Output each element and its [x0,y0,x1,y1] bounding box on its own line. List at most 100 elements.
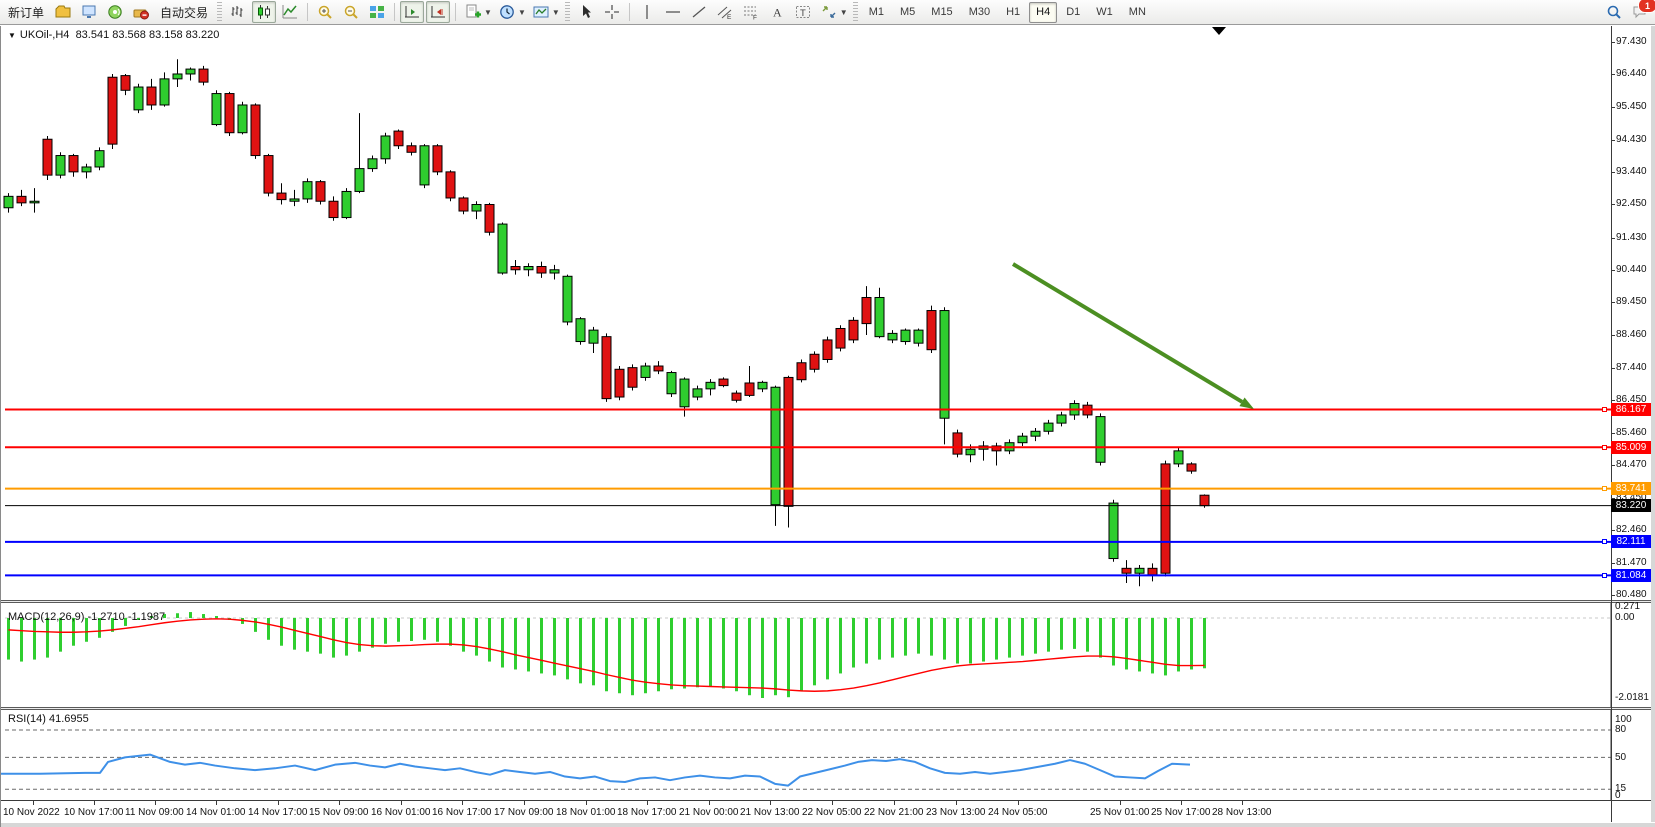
toolbar: 新订单 自动交易 ▼ ▼ ▼ E F A T ▼ M1M5M15M30H1H4D [0,0,1655,25]
time-axis-label: 22 Nov 21:00 [864,807,924,818]
toolbar-separator [629,3,630,21]
timeframe-button-M30[interactable]: M30 [962,2,997,23]
line-edit-handle[interactable] [1602,445,1607,450]
price-tick [1611,42,1615,43]
periods-icon[interactable] [495,1,519,23]
bottom-strip [0,823,1655,827]
text-icon[interactable]: A [765,1,789,23]
price-axis-label: 92.450 [1616,198,1647,209]
autoscroll-icon[interactable] [426,1,450,23]
signals-icon[interactable] [103,1,127,23]
time-tick [832,801,833,805]
auto-trading-button[interactable]: 自动交易 [155,2,213,22]
price-axis-label: 82.460 [1616,524,1647,535]
price-line-label: 86.167 [1611,403,1651,416]
timeframe-button-W1[interactable]: W1 [1089,2,1120,23]
chevron-down-icon[interactable]: ▼ [552,8,560,17]
time-tick [1242,801,1243,805]
line-edit-handle[interactable] [1602,407,1607,412]
time-tick [894,801,895,805]
line-chart-icon[interactable] [278,1,302,23]
zoom-in-icon[interactable] [313,1,337,23]
time-axis-label: 11 Nov 09:00 [125,807,184,818]
timeframe-button-M5[interactable]: M5 [893,2,922,23]
chevron-down-icon[interactable]: ▼ [518,8,526,17]
cursor-icon[interactable] [574,1,598,23]
crosshair-icon[interactable] [600,1,624,23]
shapes-icon[interactable] [817,1,841,23]
timeframe-button-D1[interactable]: D1 [1059,2,1087,23]
chart-shift-marker [1212,27,1226,35]
price-axis-label: 81.470 [1616,557,1647,568]
time-tick [956,801,957,805]
timeframe-button-H1[interactable]: H1 [999,2,1027,23]
macd-label: MACD(12,26,9) -1.2710 -1.1987 [8,611,165,623]
time-tick [524,801,525,805]
timeframe-button-MN[interactable]: MN [1122,2,1153,23]
horizontal-line-icon[interactable] [661,1,685,23]
macd-pane[interactable] [0,603,1655,707]
candlestick-chart-icon[interactable] [252,1,276,23]
chart-window: 10 Nov 202210 Nov 17:0011 Nov 09:0014 No… [0,26,1655,827]
price-axis-label: 85.460 [1616,427,1647,438]
macd-axis-label: 0.271 [1615,601,1640,612]
trendline-icon[interactable] [687,1,711,23]
templates-icon[interactable] [529,1,553,23]
main-price-pane[interactable] [0,26,1655,600]
vertical-line-icon[interactable] [635,1,659,23]
search-icon[interactable] [1602,1,1626,23]
toolbar-grip [565,2,570,22]
time-axis-label: 25 Nov 17:00 [1151,807,1211,818]
chevron-down-icon[interactable]: ▼ [840,8,848,17]
terminal-icon[interactable] [77,1,101,23]
tile-windows-icon[interactable] [365,1,389,23]
time-axis-label: 22 Nov 05:00 [802,807,862,818]
time-tick [155,801,156,805]
fibonacci-icon[interactable]: F [739,1,763,23]
rsi-pane[interactable] [0,710,1655,800]
bar-chart-icon[interactable] [226,1,250,23]
timeframe-button-M1[interactable]: M1 [862,2,891,23]
time-tick [1018,801,1019,805]
toolbar-grip [853,2,858,22]
time-axis[interactable]: 10 Nov 202210 Nov 17:0011 Nov 09:0014 No… [0,800,1655,823]
timeframe-group: M1M5M15M30H1H4D1W1MN [861,2,1154,23]
autotrade-icon[interactable] [129,1,153,23]
profiles-icon[interactable] [51,1,75,23]
shift-chart-icon[interactable] [400,1,424,23]
label-icon[interactable]: T [791,1,815,23]
price-tick [1611,204,1615,205]
time-axis-label: 18 Nov 01:00 [556,807,616,818]
line-edit-handle[interactable] [1602,573,1607,578]
trend-arrow [1013,264,1242,402]
notifications-icon[interactable]: 1 [1628,1,1652,23]
price-tick [1611,400,1615,401]
price-axis-label: 90.440 [1616,264,1647,275]
window-edge [0,26,1,827]
chevron-down-icon[interactable]: ▼ [484,8,492,17]
candlesticks [4,59,1209,586]
price-tick [1611,140,1615,141]
line-edit-handle[interactable] [1602,539,1607,544]
collapse-triangle-icon[interactable]: ▼ [8,31,16,40]
svg-text:E: E [727,14,732,20]
new-order-button[interactable]: 新订单 [3,2,49,22]
line-edit-handle[interactable] [1602,486,1607,491]
price-axis-label: 94.430 [1616,134,1647,145]
timeframe-button-M15[interactable]: M15 [924,2,959,23]
price-axis-label: 93.440 [1616,166,1647,177]
time-tick [216,801,217,805]
notification-badge: 1 [1638,0,1655,13]
toolbar-grip [217,2,222,22]
toolbar-separator [455,3,456,21]
window-edge [1651,26,1655,822]
time-tick [1120,801,1121,805]
timeframe-button-H4[interactable]: H4 [1029,2,1057,23]
channel-icon[interactable]: E [713,1,737,23]
macd-axis-label: -2.0181 [1615,692,1649,703]
time-axis-label: 23 Nov 13:00 [926,807,986,818]
price-axis-label: 89.450 [1616,296,1647,307]
zoom-out-icon[interactable] [339,1,363,23]
time-axis-label: 14 Nov 17:00 [248,807,308,818]
indicators-icon[interactable] [461,1,485,23]
